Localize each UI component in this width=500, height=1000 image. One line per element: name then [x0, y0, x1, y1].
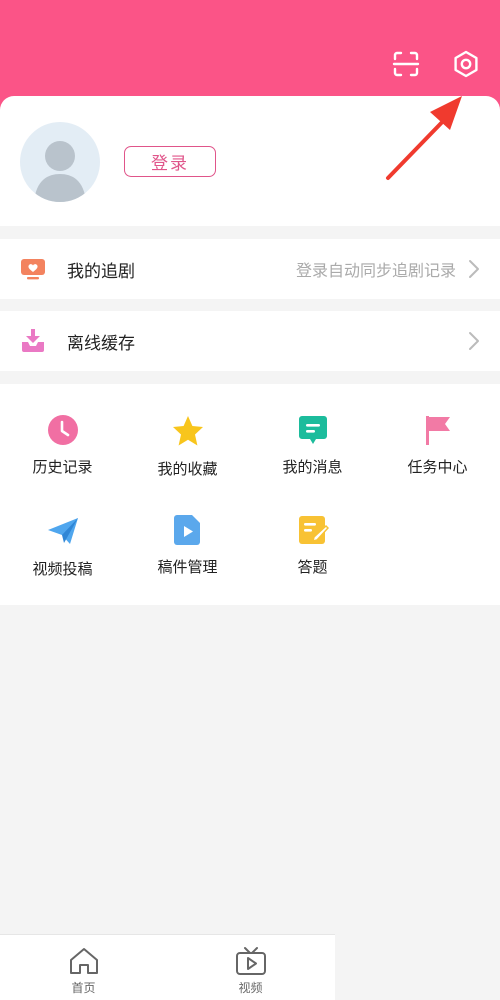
offline-row[interactable]: 离线缓存 [0, 311, 500, 371]
grid-item-upload[interactable]: 视频投稿 [0, 484, 125, 578]
follow-label: 我的追剧 [67, 261, 135, 282]
grid-item-favorites[interactable]: 我的收藏 [125, 384, 250, 478]
video-file-icon [171, 514, 205, 546]
gear-icon [454, 50, 478, 78]
user-avatar-icon [34, 141, 86, 202]
paper-plane-icon [46, 514, 80, 548]
offline-label: 离线缓存 [67, 333, 135, 354]
grid-label: 稿件管理 [157, 558, 218, 576]
tab-label: 视频 [238, 981, 263, 995]
flag-icon [421, 414, 455, 446]
chevron-right-icon [466, 259, 482, 279]
grid-item-quiz[interactable]: 答题 [250, 484, 375, 576]
grid-item-messages[interactable]: 我的消息 [250, 384, 375, 476]
scan-button[interactable] [388, 46, 424, 82]
follow-tv-icon [20, 256, 46, 282]
grid-item-manage[interactable]: 稿件管理 [125, 484, 250, 576]
bottom-tab-bar: 首页 视频 [0, 934, 335, 1000]
login-button[interactable]: 登录 [124, 146, 216, 177]
follow-row[interactable]: 我的追剧 登录自动同步追剧记录 [0, 239, 500, 299]
clock-icon [46, 414, 80, 446]
grid-label: 视频投稿 [32, 560, 93, 578]
settings-button[interactable] [448, 46, 484, 82]
grid-item-history[interactable]: 历史记录 [0, 384, 125, 476]
function-grid: 历史记录 我的收藏 我的消息 任务中心 视频投稿 稿件管理 答题 [0, 384, 500, 605]
home-icon [68, 945, 100, 977]
grid-label: 我的消息 [282, 458, 343, 476]
grid-label: 答题 [297, 558, 328, 576]
follow-hint: 登录自动同步追剧记录 [295, 261, 456, 280]
grid-label: 任务中心 [407, 458, 468, 476]
tab-home[interactable]: 首页 [0, 935, 167, 1000]
grid-item-tasks[interactable]: 任务中心 [375, 384, 500, 476]
grid-label: 我的收藏 [157, 460, 218, 478]
edit-note-icon [296, 514, 330, 546]
pointer-arrow [386, 96, 462, 180]
star-icon [171, 414, 205, 448]
tab-video[interactable]: 视频 [167, 935, 334, 1000]
chevron-right-icon [466, 331, 482, 351]
message-icon [296, 414, 330, 446]
download-icon [20, 328, 46, 354]
grid-label: 历史记录 [32, 458, 93, 476]
tab-label: 首页 [71, 981, 96, 995]
scan-icon [392, 51, 420, 77]
tv-icon [235, 945, 267, 977]
avatar[interactable] [20, 122, 100, 202]
